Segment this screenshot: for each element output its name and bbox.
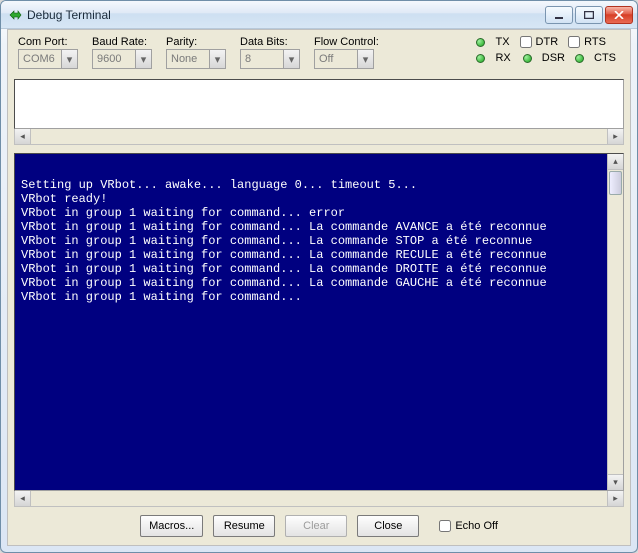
macros-button[interactable]: Macros... [140,515,203,537]
echo-off-checkbox[interactable]: Echo Off [439,520,498,532]
command-input[interactable] [15,80,623,128]
baud-rate-value: 9600 [97,53,121,65]
resume-button[interactable]: Resume [213,515,275,537]
app-icon [7,7,23,23]
client-area: Com Port: COM6 ▾ Baud Rate: 9600 ▾ Parit… [7,29,631,546]
maximize-button[interactable] [575,6,603,24]
com-port-select[interactable]: COM6 ▾ [18,49,78,69]
dtr-label: DTR [536,36,559,48]
data-bits-value: 8 [245,53,251,65]
scroll-thumb[interactable] [609,171,622,195]
baud-rate-label: Baud Rate: [92,36,152,48]
window-title: Debug Terminal [27,8,545,22]
output-wrap: Setting up VRbot... awake... language 0.… [14,153,624,507]
flow-control-field: Flow Control: Off ▾ [314,36,379,69]
chevron-down-icon: ▾ [135,50,151,68]
rts-input[interactable] [568,36,580,48]
com-port-field: Com Port: COM6 ▾ [18,36,78,69]
settings-toolbar: Com Port: COM6 ▾ Baud Rate: 9600 ▾ Parit… [14,34,624,73]
chevron-down-icon: ▾ [357,50,373,68]
flow-control-value: Off [319,53,333,65]
scroll-down-icon[interactable]: ▾ [608,474,623,490]
tx-label: TX [495,36,509,48]
rts-label: RTS [584,36,606,48]
scroll-right-icon[interactable]: ▸ [607,129,623,144]
parity-label: Parity: [166,36,226,48]
close-window-button[interactable] [605,6,633,24]
output-vscrollbar[interactable]: ▴ ▾ [607,154,623,490]
parity-value: None [171,53,197,65]
echo-off-input[interactable] [439,520,451,532]
parity-select[interactable]: None ▾ [166,49,226,69]
scroll-up-icon[interactable]: ▴ [608,154,623,170]
scroll-left-icon[interactable]: ◂ [15,129,31,144]
terminal-output[interactable]: Setting up VRbot... awake... language 0.… [15,154,607,490]
scroll-left-icon[interactable]: ◂ [15,491,31,506]
chevron-down-icon: ▾ [209,50,225,68]
close-button[interactable]: Close [357,515,419,537]
flow-control-label: Flow Control: [314,36,379,48]
output-hscrollbar[interactable]: ◂ ▸ [14,491,624,507]
chevron-down-icon: ▾ [283,50,299,68]
titlebar[interactable]: Debug Terminal [1,1,637,29]
cts-led-icon [575,54,584,63]
com-port-label: Com Port: [18,36,78,48]
flow-control-select[interactable]: Off ▾ [314,49,374,69]
dtr-input[interactable] [520,36,532,48]
baud-rate-field: Baud Rate: 9600 ▾ [92,36,152,69]
scroll-right-icon[interactable]: ▸ [607,491,623,506]
rts-checkbox[interactable]: RTS [568,36,606,48]
input-hscrollbar[interactable]: ◂ ▸ [14,129,624,145]
minimize-button[interactable] [545,6,573,24]
status-indicators: TX DTR RTS RX DSR CTS [476,36,620,64]
dsr-led-icon [523,54,532,63]
clear-button[interactable]: Clear [285,515,347,537]
command-input-area [14,79,624,129]
rx-led-icon [476,54,485,63]
tx-led-icon [476,38,485,47]
window-frame: Debug Terminal Com Port: COM6 ▾ B [0,0,638,553]
data-bits-field: Data Bits: 8 ▾ [240,36,300,69]
chevron-down-icon: ▾ [61,50,77,68]
echo-off-label: Echo Off [455,520,498,532]
dsr-label: DSR [542,52,565,64]
data-bits-label: Data Bits: [240,36,300,48]
data-bits-select[interactable]: 8 ▾ [240,49,300,69]
dtr-checkbox[interactable]: DTR [520,36,559,48]
cts-label: CTS [594,52,616,64]
bottom-toolbar: Macros... Resume Clear Close Echo Off [14,507,624,539]
rx-label: RX [495,52,510,64]
com-port-value: COM6 [23,53,55,65]
baud-rate-select[interactable]: 9600 ▾ [92,49,152,69]
parity-field: Parity: None ▾ [166,36,226,69]
output-frame: Setting up VRbot... awake... language 0.… [14,153,624,491]
